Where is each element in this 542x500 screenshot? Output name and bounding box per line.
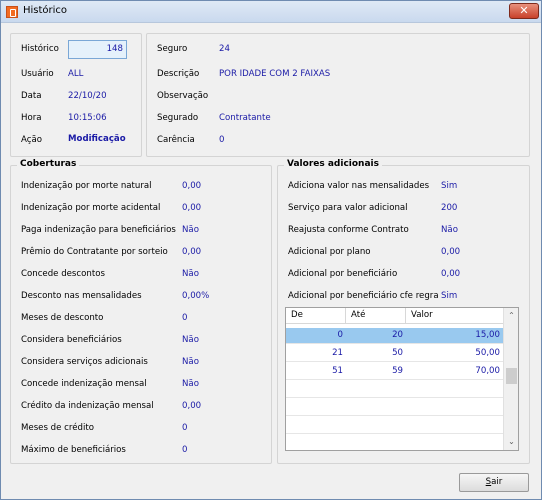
window-title: Histórico <box>23 5 68 16</box>
app-icon <box>6 6 18 18</box>
valor-adicional-label: Adicional por beneficiário cfe regra <box>288 291 439 301</box>
valor-adicional-label: Adicional por plano <box>288 247 371 257</box>
scroll-down-icon[interactable]: ⌄ <box>504 435 519 449</box>
grid-cell-de: 0 <box>337 330 343 340</box>
valor-adicional-value: Sim <box>441 291 458 301</box>
faixas-grid[interactable]: De Até Valor 0 20 15,00 21 50 50,00 51 5… <box>285 307 519 451</box>
hora-value: 10:15:06 <box>68 113 107 123</box>
valor-adicional-value: 200 <box>441 203 458 213</box>
title-bar: Histórico ✕ <box>1 1 541 23</box>
historico-window: Histórico ✕ Histórico 148 Usuário ALL Da… <box>0 0 542 500</box>
segurado-value: Contratante <box>219 113 271 123</box>
cobertura-value: Não <box>182 225 199 235</box>
valor-adicional-label: Serviço para valor adicional <box>288 203 408 213</box>
grid-cell-de: 51 <box>332 366 343 376</box>
cobertura-label: Indenização por morte natural <box>21 181 152 191</box>
grid-cell-valor: 15,00 <box>475 330 500 340</box>
cobertura-value: 0 <box>182 313 188 323</box>
cobertura-label: Prêmio do Contratante por sorteio <box>21 247 168 257</box>
cobertura-value: Não <box>182 379 199 389</box>
valor-adicional-value: Não <box>441 225 458 235</box>
data-label: Data <box>21 91 42 101</box>
cobertura-value: 0 <box>182 445 188 455</box>
grid-row[interactable]: 21 50 50,00 <box>286 346 503 362</box>
historico-label: Histórico <box>21 44 59 54</box>
cobertura-label: Máximo de beneficiários <box>21 445 126 455</box>
cobertura-value: 0,00 <box>182 181 202 191</box>
valores-adicionais-title: Valores adicionais <box>284 159 382 169</box>
cobertura-value: 0,00% <box>182 291 210 301</box>
grid-cell-ate: 59 <box>392 366 403 376</box>
seguro-label: Seguro <box>157 44 188 54</box>
grid-row-empty <box>286 418 503 434</box>
cobertura-label: Concede indenização mensal <box>21 379 147 389</box>
valor-adicional-label: Adiciona valor nas mensalidades <box>288 181 430 191</box>
descricao-label: Descrição <box>157 69 200 79</box>
grid-header-valor[interactable]: Valor <box>411 310 433 320</box>
cobertura-value: 0,00 <box>182 203 202 213</box>
grid-row-empty <box>286 400 503 416</box>
seguro-value: 24 <box>219 44 230 54</box>
cobertura-value: Não <box>182 335 199 345</box>
grid-header-ate[interactable]: Até <box>351 310 365 320</box>
acao-label: Ação <box>21 135 42 145</box>
hora-label: Hora <box>21 113 42 123</box>
grid-row[interactable]: 0 20 15,00 <box>286 328 503 344</box>
grid-cell-ate: 20 <box>392 330 403 340</box>
usuario-label: Usuário <box>21 69 54 79</box>
data-value: 22/10/20 <box>68 91 107 101</box>
cobertura-label: Paga indenização para beneficiários <box>21 225 176 235</box>
carencia-value: 0 <box>219 135 225 145</box>
scroll-thumb[interactable] <box>506 368 517 384</box>
cobertura-value: 0,00 <box>182 401 202 411</box>
grid-cell-ate: 50 <box>392 348 403 358</box>
grid-row-empty <box>286 382 503 398</box>
cobertura-label: Meses de desconto <box>21 313 104 323</box>
carencia-label: Carência <box>157 135 195 145</box>
cobertura-label: Considera serviços adicionais <box>21 357 148 367</box>
grid-cell-valor: 50,00 <box>475 348 500 358</box>
grid-row[interactable]: 51 59 70,00 <box>286 364 503 380</box>
valor-adicional-value: Sim <box>441 181 458 191</box>
grid-header-de[interactable]: De <box>291 310 303 320</box>
cobertura-label: Considera beneficiários <box>21 335 122 345</box>
cobertura-label: Crédito da indenização mensal <box>21 401 154 411</box>
grid-cell-de: 21 <box>332 348 343 358</box>
valor-adicional-value: 0,00 <box>441 269 461 279</box>
cobertura-label: Meses de crédito <box>21 423 94 433</box>
cobertura-label: Concede descontos <box>21 269 105 279</box>
usuario-value: ALL <box>68 69 84 79</box>
descricao-value: POR IDADE COM 2 FAIXAS <box>219 69 331 79</box>
close-button[interactable]: ✕ <box>509 3 539 19</box>
coberturas-title: Coberturas <box>17 159 80 169</box>
scroll-up-icon[interactable]: ⌃ <box>504 309 519 323</box>
grid-cell-valor: 70,00 <box>475 366 500 376</box>
cobertura-label: Indenização por morte acidental <box>21 203 161 213</box>
valor-adicional-label: Reajusta conforme Contrato <box>288 225 409 235</box>
acao-value: Modificação <box>68 134 126 144</box>
cobertura-value: 0 <box>182 423 188 433</box>
cobertura-value: 0,00 <box>182 247 202 257</box>
grid-header: De Até Valor <box>286 308 503 324</box>
valor-adicional-label: Adicional por beneficiário <box>288 269 398 279</box>
cobertura-value: Não <box>182 357 199 367</box>
sair-button-label: air <box>491 477 503 487</box>
historico-field[interactable]: 148 <box>68 40 127 59</box>
cobertura-value: Não <box>182 269 199 279</box>
sair-button[interactable]: Sair <box>459 473 529 492</box>
observacao-label: Observação <box>157 91 209 101</box>
grid-scrollbar[interactable]: ⌃ ⌄ <box>503 308 518 450</box>
valor-adicional-value: 0,00 <box>441 247 461 257</box>
segurado-label: Segurado <box>157 113 199 123</box>
cobertura-label: Desconto nas mensalidades <box>21 291 142 301</box>
